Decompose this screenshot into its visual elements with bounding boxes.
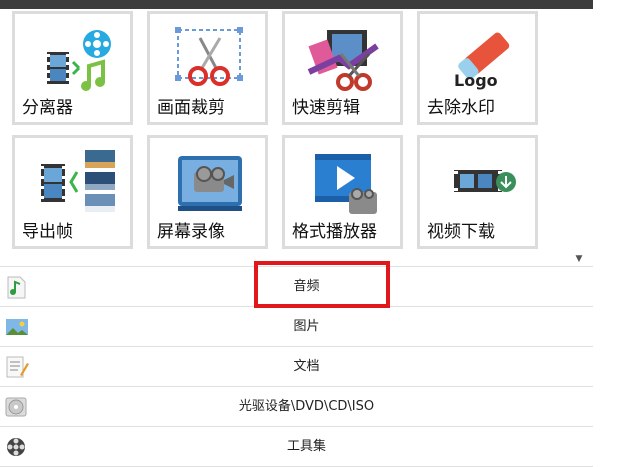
tool-grid: 分离器 画面裁剪 快速剪辑 Logo 去除水印 导出帧 屏幕录像 格式播放器 视…	[0, 9, 593, 259]
category-disc-devices-label: 光驱设备\DVD\CD\ISO	[238, 399, 375, 414]
tool-player-button[interactable]: 格式播放器	[282, 135, 403, 249]
category-pictures[interactable]: 图片	[0, 306, 593, 346]
player-icon	[315, 154, 377, 214]
tool-quick-cut-label: 快速剪辑	[292, 98, 360, 118]
export-frames-icon	[41, 150, 115, 212]
logo-text: Logo	[454, 71, 498, 90]
quick-cut-icon	[307, 30, 379, 91]
category-documents[interactable]: 文档	[0, 346, 593, 386]
screen-record-icon	[178, 156, 242, 211]
tool-export-frames-button[interactable]: 导出帧	[12, 135, 133, 249]
tool-export-frames-label: 导出帧	[22, 222, 73, 242]
category-pictures-label: 图片	[293, 319, 320, 334]
tool-screen-record-label: 屏幕录像	[157, 222, 225, 242]
category-documents-label: 文档	[293, 359, 320, 374]
tool-video-download-button[interactable]: 视频下载	[417, 135, 538, 249]
category-toolset-label: 工具集	[286, 439, 326, 454]
scroll-down-arrow-icon[interactable]: ▼	[569, 252, 589, 266]
audio-highlight-box	[254, 261, 390, 308]
tool-crop-label: 画面裁剪	[157, 98, 225, 118]
tool-crop-button[interactable]: 画面裁剪	[147, 11, 268, 125]
top-bar	[0, 0, 593, 9]
category-disc-devices[interactable]: 光驱设备\DVD\CD\ISO	[0, 386, 593, 426]
separator-icon	[47, 30, 111, 91]
crop-scissors-icon	[175, 27, 243, 86]
tool-quick-cut-button[interactable]: 快速剪辑	[282, 11, 403, 125]
tool-screen-record-button[interactable]: 屏幕录像	[147, 135, 268, 249]
video-download-icon	[454, 170, 516, 192]
tool-player-label: 格式播放器	[292, 222, 377, 242]
category-toolset[interactable]: 工具集	[0, 426, 593, 467]
eraser-logo-icon: Logo	[454, 32, 510, 90]
tool-video-download-label: 视频下载	[427, 222, 495, 242]
tool-separator-label: 分离器	[22, 98, 73, 118]
tool-remove-watermark-button[interactable]: Logo 去除水印	[417, 11, 538, 125]
tool-separator-button[interactable]: 分离器	[12, 11, 133, 125]
tool-remove-watermark-label: 去除水印	[427, 98, 495, 118]
